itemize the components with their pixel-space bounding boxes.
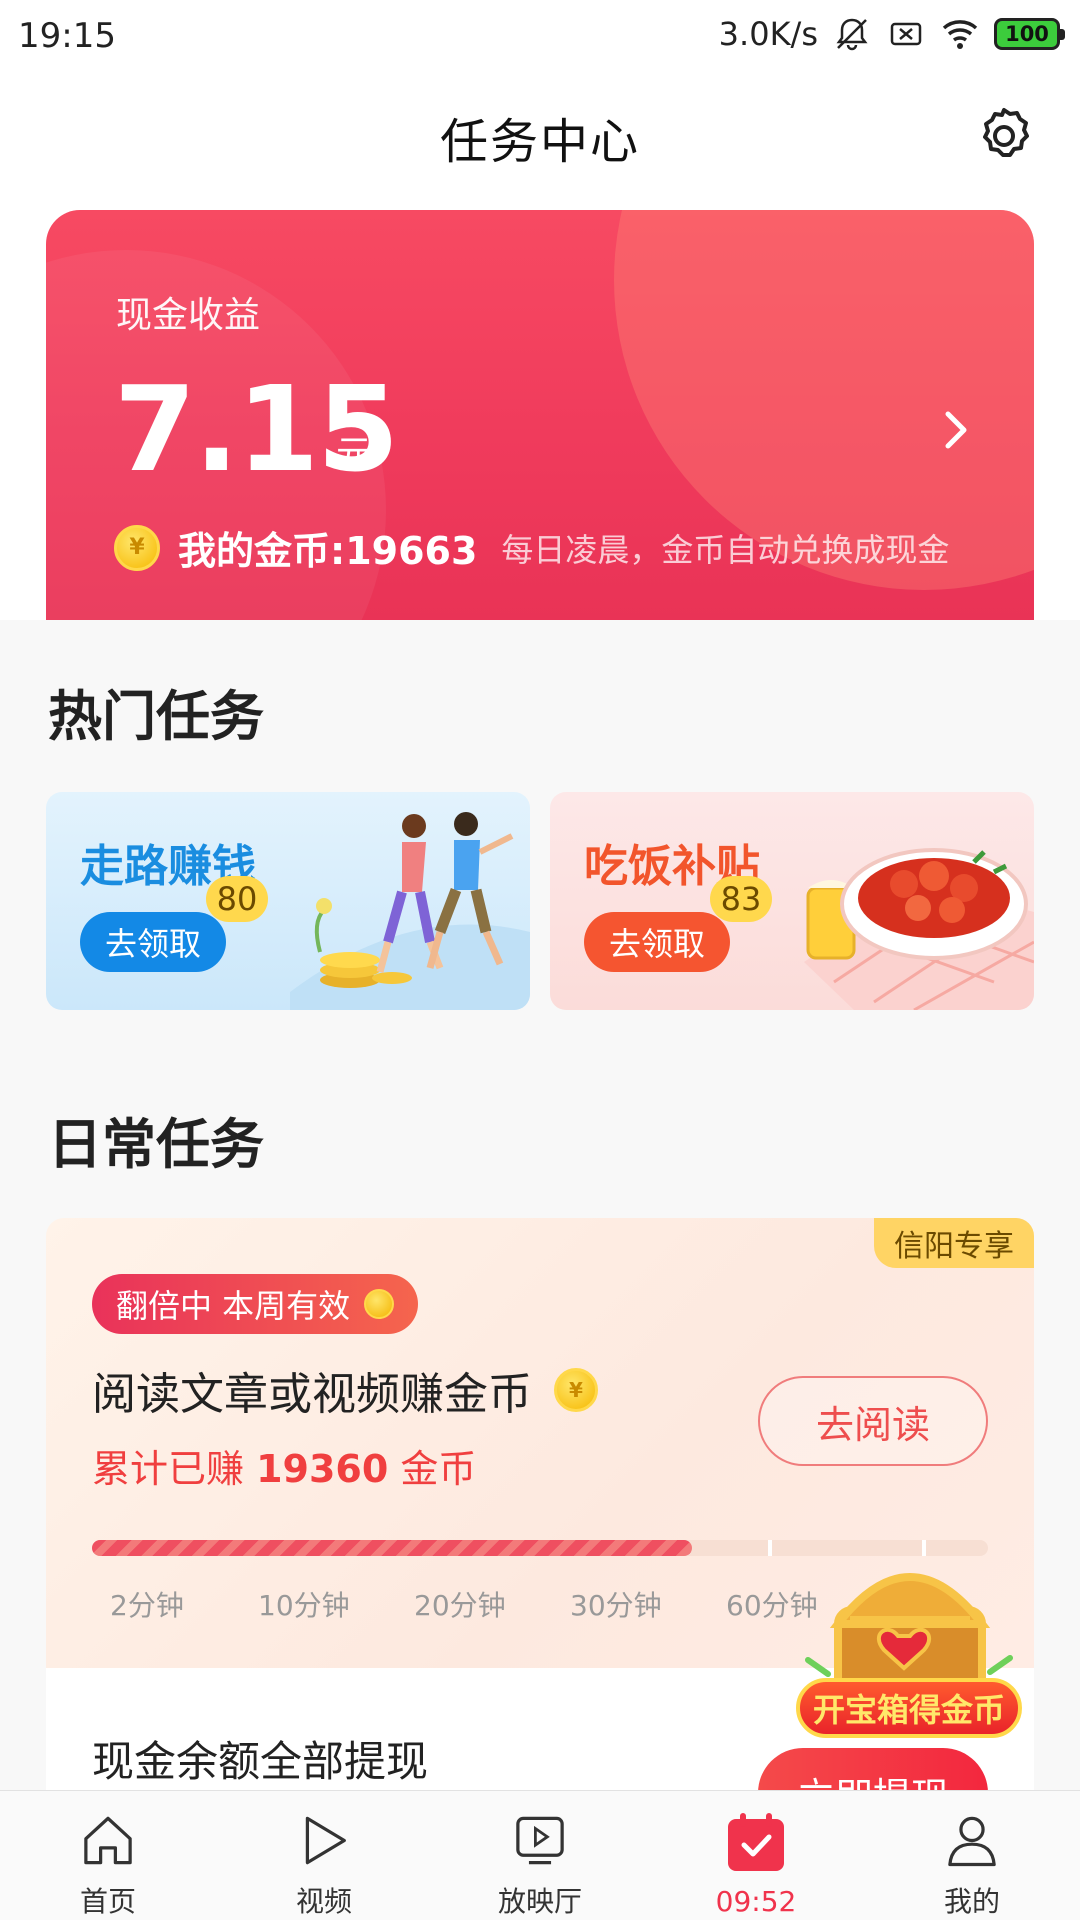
nav-item-me[interactable]: 我的 (864, 1791, 1080, 1920)
nav-label: 09:52 (715, 1885, 797, 1918)
progress-fill (92, 1540, 693, 1556)
coin-balance-row: ¥ 我的金币:19663 每日凌晨，金币自动兑换成现金 (114, 520, 949, 575)
earned-coins: 累计已赚 19360 金币 (92, 1438, 476, 1493)
status-bar: 19:15 3.0K/s 100 (0, 0, 1080, 74)
nav-item-theater[interactable]: 放映厅 (432, 1791, 648, 1920)
hot-task-eat-card[interactable]: 吃饭补贴 去领取 83 (550, 792, 1034, 1010)
gear-icon[interactable] (972, 104, 1036, 168)
go-read-button[interactable]: 去阅读 (758, 1376, 988, 1466)
earned-prefix: 累计已赚 (92, 1447, 245, 1491)
page-title: 任务中心 (439, 114, 640, 170)
region-exclusive-tag: 信阳专享 (874, 1218, 1034, 1268)
tv-play-icon (516, 1816, 564, 1865)
nav-item-tasks[interactable]: 09:52 (648, 1791, 864, 1920)
tick-label: 2分钟 (110, 1589, 184, 1622)
coin-balance: 我的金币:19663 (178, 529, 478, 573)
earnings-unit: 元 (336, 434, 373, 475)
runners-illustration (290, 812, 530, 1010)
withdraw-title: 现金余额全部提现 (92, 1737, 429, 1786)
coin-icon (364, 1289, 395, 1319)
earnings-label: 现金收益 (116, 295, 261, 336)
reward-badge: 83 (710, 876, 772, 922)
page-header: 任务中心 (0, 74, 1080, 204)
claim-button[interactable]: 去领取 (80, 912, 226, 972)
nav-label: 视频 (295, 1885, 352, 1918)
earned-value: 19360 (256, 1447, 389, 1491)
nav-item-video[interactable]: 视频 (216, 1791, 432, 1920)
gold-coin-icon: ¥ (554, 1368, 598, 1412)
net-speed: 3.0K/s (718, 15, 818, 53)
coin-exchange-note: 每日凌晨，金币自动兑换成现金 (501, 530, 950, 569)
user-icon (948, 1816, 996, 1867)
tick-label: 30分钟 (570, 1589, 662, 1622)
bell-muted-icon (836, 18, 868, 51)
wifi-icon (942, 20, 978, 49)
earnings-card[interactable]: 现金收益 7.15 元 ¥ 我的金币:19663 每日凌晨，金币自动兑换成现金 (46, 210, 1034, 620)
double-reward-pill: 翻倍中 本周有效 (92, 1274, 419, 1334)
hot-tasks-title: 热门任务 (48, 685, 264, 748)
gold-coin-icon: ¥ (114, 524, 160, 571)
battery-icon: 100 (994, 18, 1065, 50)
read-task-title-row: 阅读文章或视频赚金币 ¥ (92, 1358, 598, 1422)
daily-tasks-title: 日常任务 (48, 1113, 264, 1176)
home-icon (84, 1816, 132, 1865)
earned-suffix: 金币 (400, 1447, 477, 1491)
open-treasure-button[interactable]: 开宝箱得金币 (796, 1678, 1022, 1738)
hot-task-walk-card[interactable]: 走路赚钱 去领取 80 (46, 792, 530, 1010)
status-icons: 3.0K/s 100 (718, 14, 1065, 54)
read-task-title: 阅读文章或视频赚金币 (92, 1369, 532, 1420)
double-reward-text: 翻倍中 本周有效 (116, 1287, 351, 1325)
calendar-check-icon (728, 1813, 784, 1871)
sim-off-icon (890, 22, 922, 46)
nav-label: 我的 (943, 1885, 1000, 1918)
nav-label: 首页 (79, 1885, 136, 1918)
nav-label: 放映厅 (497, 1885, 582, 1918)
bottom-navigation: 首页 视频 放映厅 09:52 我的 (0, 1790, 1080, 1920)
battery-level: 100 (1005, 22, 1049, 46)
nav-item-home[interactable]: 首页 (0, 1791, 216, 1920)
task-center-page: 19:15 3.0K/s 100 任务中心 现金收益 7.15 元 ¥ 我的金币… (0, 0, 1080, 1920)
claim-button[interactable]: 去领取 (584, 912, 730, 972)
progress-separator (768, 1540, 772, 1556)
tick-label: 20分钟 (414, 1589, 506, 1622)
reward-badge: 80 (206, 876, 268, 922)
crayfish-dish-illustration (804, 848, 1034, 1010)
status-time: 19:15 (18, 16, 116, 56)
play-icon (305, 1816, 346, 1865)
chevron-right-icon[interactable] (936, 400, 976, 460)
tick-label: 10分钟 (258, 1589, 350, 1622)
